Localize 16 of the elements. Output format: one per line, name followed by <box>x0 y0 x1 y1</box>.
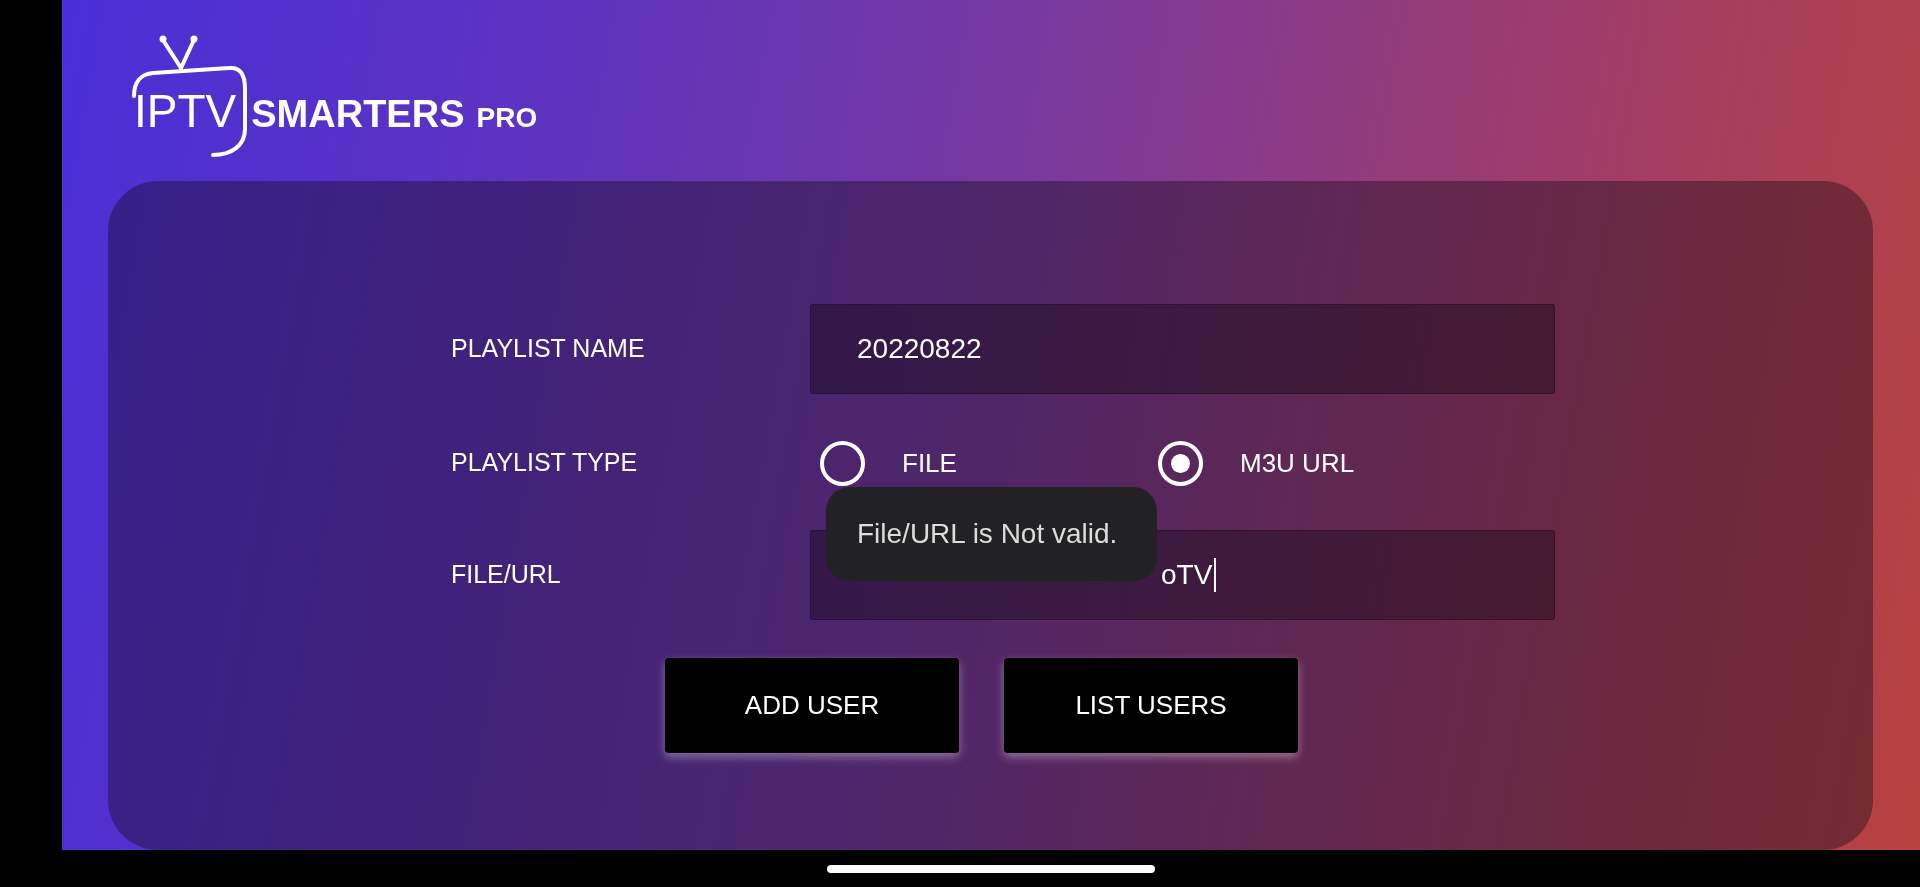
radio-option[interactable]: FILE <box>820 440 1158 486</box>
field-label: PLAYLIST NAME <box>451 333 646 365</box>
action-button[interactable]: ADD USER <box>665 658 959 753</box>
toast-message: File/URL is Not valid. <box>826 487 1157 581</box>
field-label: PLAYLIST TYPE <box>451 447 639 479</box>
action-button[interactable]: LIST USERS <box>1004 658 1298 753</box>
logo-brand-text: IPTV <box>134 88 237 134</box>
file-url-value: oTV <box>1161 561 1213 589</box>
radio-icon[interactable] <box>820 440 865 486</box>
field-label: FILE/URL <box>451 559 562 591</box>
logo-edition-text: PRO <box>476 104 538 132</box>
radio-icon[interactable] <box>1158 440 1203 486</box>
home-indicator[interactable] <box>827 864 1155 873</box>
logo-name-text: SMARTERS <box>251 95 465 133</box>
playlist-name-field[interactable]: 20220822 <box>810 304 1555 394</box>
radio-option[interactable]: M3U URL <box>1158 440 1355 486</box>
